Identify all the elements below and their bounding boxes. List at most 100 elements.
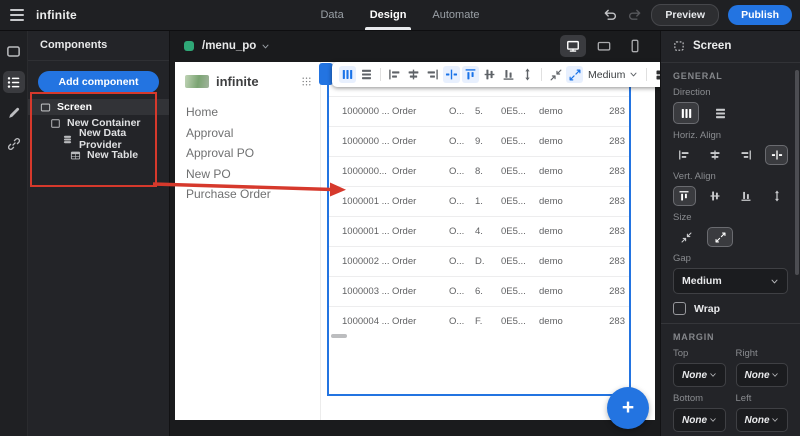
direction-columns-button[interactable] — [673, 102, 699, 124]
tablet-icon[interactable] — [591, 35, 617, 57]
preview-button[interactable]: Preview — [651, 4, 719, 26]
table-horizontal-scrollbar[interactable] — [331, 334, 347, 338]
dashed-screen-icon — [673, 40, 685, 52]
wrap-checkbox[interactable] — [673, 302, 686, 315]
cell-entityname: Order — [392, 166, 449, 177]
table-row[interactable]: 1000000 ... Order O... 9. 0E5... demo 28… — [329, 126, 629, 156]
align-top-icon[interactable] — [462, 66, 479, 83]
app-menu-item[interactable]: Purchase Order — [186, 187, 320, 208]
cell-ref: O... — [449, 136, 475, 147]
app-logo — [185, 75, 209, 88]
selection-tag — [319, 63, 333, 85]
route-selector[interactable]: /menu_po — [202, 40, 256, 52]
table-row[interactable]: 1000004 ... Order O... F. 0E5... demo 28… — [329, 306, 629, 336]
app-menu-item[interactable]: Approval — [186, 126, 320, 147]
app-menu-item[interactable]: Home — [186, 105, 320, 126]
table-row[interactable]: 1000000 ... Order O... 5. 0E5... demo 28… — [329, 96, 629, 126]
align-middle-button[interactable] — [704, 186, 727, 206]
cell-org: 283 — [609, 196, 625, 207]
align-middle-icon[interactable] — [481, 66, 498, 83]
margin-top-select[interactable]: None — [673, 363, 726, 387]
inspector-scrollbar[interactable] — [795, 70, 799, 275]
menu-icon[interactable] — [10, 9, 24, 21]
align-top-button[interactable] — [673, 186, 696, 206]
screen-rail-icon[interactable] — [3, 40, 25, 62]
align-right-button[interactable] — [735, 145, 758, 165]
table-row[interactable]: 1000002 ... Order O... D. 0E5... demo 28… — [329, 246, 629, 276]
expand-icon[interactable] — [566, 66, 583, 83]
gap-select[interactable]: Medium — [673, 268, 788, 294]
wrap-label: Wrap — [694, 303, 720, 315]
publish-button[interactable]: Publish — [728, 5, 792, 25]
tree-item-label: Screen — [57, 101, 92, 113]
shrink-icon[interactable] — [547, 66, 564, 83]
align-center-button[interactable] — [704, 145, 727, 165]
add-component-button[interactable]: Add component — [38, 71, 159, 93]
align-left-button[interactable] — [673, 145, 696, 165]
data-provider-icon — [62, 134, 73, 145]
margin-right-label: Right — [736, 348, 789, 359]
phone-icon[interactable] — [622, 35, 648, 57]
size-label: Size — [673, 212, 788, 223]
selected-table-component[interactable]: _IDENTIFIER_ENTITYNAME$REFIDCLIENTCLIENT… — [327, 68, 631, 396]
app-menu-item[interactable]: Approval PO — [186, 146, 320, 167]
cell-identifier: 1000000 ... — [342, 136, 392, 147]
add-fab-button[interactable]: + — [607, 387, 649, 429]
cell-client: 0E5... — [501, 136, 539, 147]
margin-left-select[interactable]: None — [736, 408, 789, 432]
desktop-icon[interactable] — [560, 35, 586, 57]
cell-identifier: 1000000... — [342, 166, 392, 177]
layers-rail-icon[interactable] — [3, 71, 25, 93]
container-icon — [50, 118, 61, 129]
cell-identifier: 1000001 ... — [342, 226, 392, 237]
size-expand-button[interactable] — [707, 227, 733, 247]
table-row[interactable]: 1000001 ... Order O... 1. 0E5... demo 28… — [329, 186, 629, 216]
direction-rows-button[interactable] — [707, 102, 733, 124]
canvas-area: /menu_po infinite HomeApprovalApproval P… — [170, 30, 660, 436]
cell-ref: O... — [449, 166, 475, 177]
align-bottom-icon[interactable] — [500, 66, 517, 83]
stretch-vertical-icon[interactable] — [519, 66, 536, 83]
margin-bottom-label: Bottom — [673, 393, 726, 404]
rows-icon[interactable] — [358, 66, 375, 83]
columns-icon[interactable] — [339, 66, 356, 83]
space-between-icon[interactable] — [443, 66, 460, 83]
tab-automate[interactable]: Automate — [432, 0, 479, 30]
app-menu-item[interactable]: New PO — [186, 167, 320, 188]
size-shrink-button[interactable] — [673, 227, 699, 247]
redo-icon[interactable] — [627, 8, 642, 23]
table-row[interactable]: 1000000... Order O... 8. 0E5... demo 283 — [329, 156, 629, 186]
toolbar-divider — [541, 68, 542, 81]
table-row[interactable]: 1000001 ... Order O... 4. 0E5... demo 28… — [329, 216, 629, 246]
canvas-header: /menu_po — [170, 30, 660, 62]
cell-entityname: Order — [392, 226, 449, 237]
chevron-down-icon[interactable] — [261, 42, 270, 51]
table-row[interactable]: 1000003 ... Order O... 6. 0E5... demo 28… — [329, 276, 629, 306]
cell-org: 283 — [609, 286, 625, 297]
align-bottom-button[interactable] — [735, 186, 758, 206]
drag-handle-icon[interactable] — [301, 76, 312, 87]
align-right-icon[interactable] — [424, 66, 441, 83]
inspector-title: Screen — [693, 40, 731, 52]
component-tree: Screen New Container New Data Provider N… — [28, 99, 169, 163]
tab-data[interactable]: Data — [320, 0, 343, 30]
margin-right-select[interactable]: None — [736, 363, 789, 387]
align-center-icon[interactable] — [405, 66, 422, 83]
link-rail-icon[interactable] — [3, 133, 25, 155]
tree-item-label: New Data Provider — [79, 127, 169, 151]
cell-ref: O... — [449, 106, 475, 117]
cell-identifier: 1000003 ... — [342, 286, 392, 297]
margin-bottom-select[interactable]: None — [673, 408, 726, 432]
align-left-icon[interactable] — [386, 66, 403, 83]
tree-item-new-data-provider[interactable]: New Data Provider — [28, 131, 169, 147]
stretch-vertical-button[interactable] — [765, 186, 788, 206]
table-icon — [70, 150, 81, 161]
cell-entityname: Order — [392, 256, 449, 267]
tab-design[interactable]: Design — [370, 0, 407, 30]
undo-icon[interactable] — [603, 8, 618, 23]
paint-rail-icon[interactable] — [3, 102, 25, 124]
tree-item-screen[interactable]: Screen — [28, 99, 169, 115]
size-dropdown[interactable]: Medium — [588, 69, 638, 81]
cell-ref: O... — [449, 196, 475, 207]
space-between-button[interactable] — [765, 145, 788, 165]
